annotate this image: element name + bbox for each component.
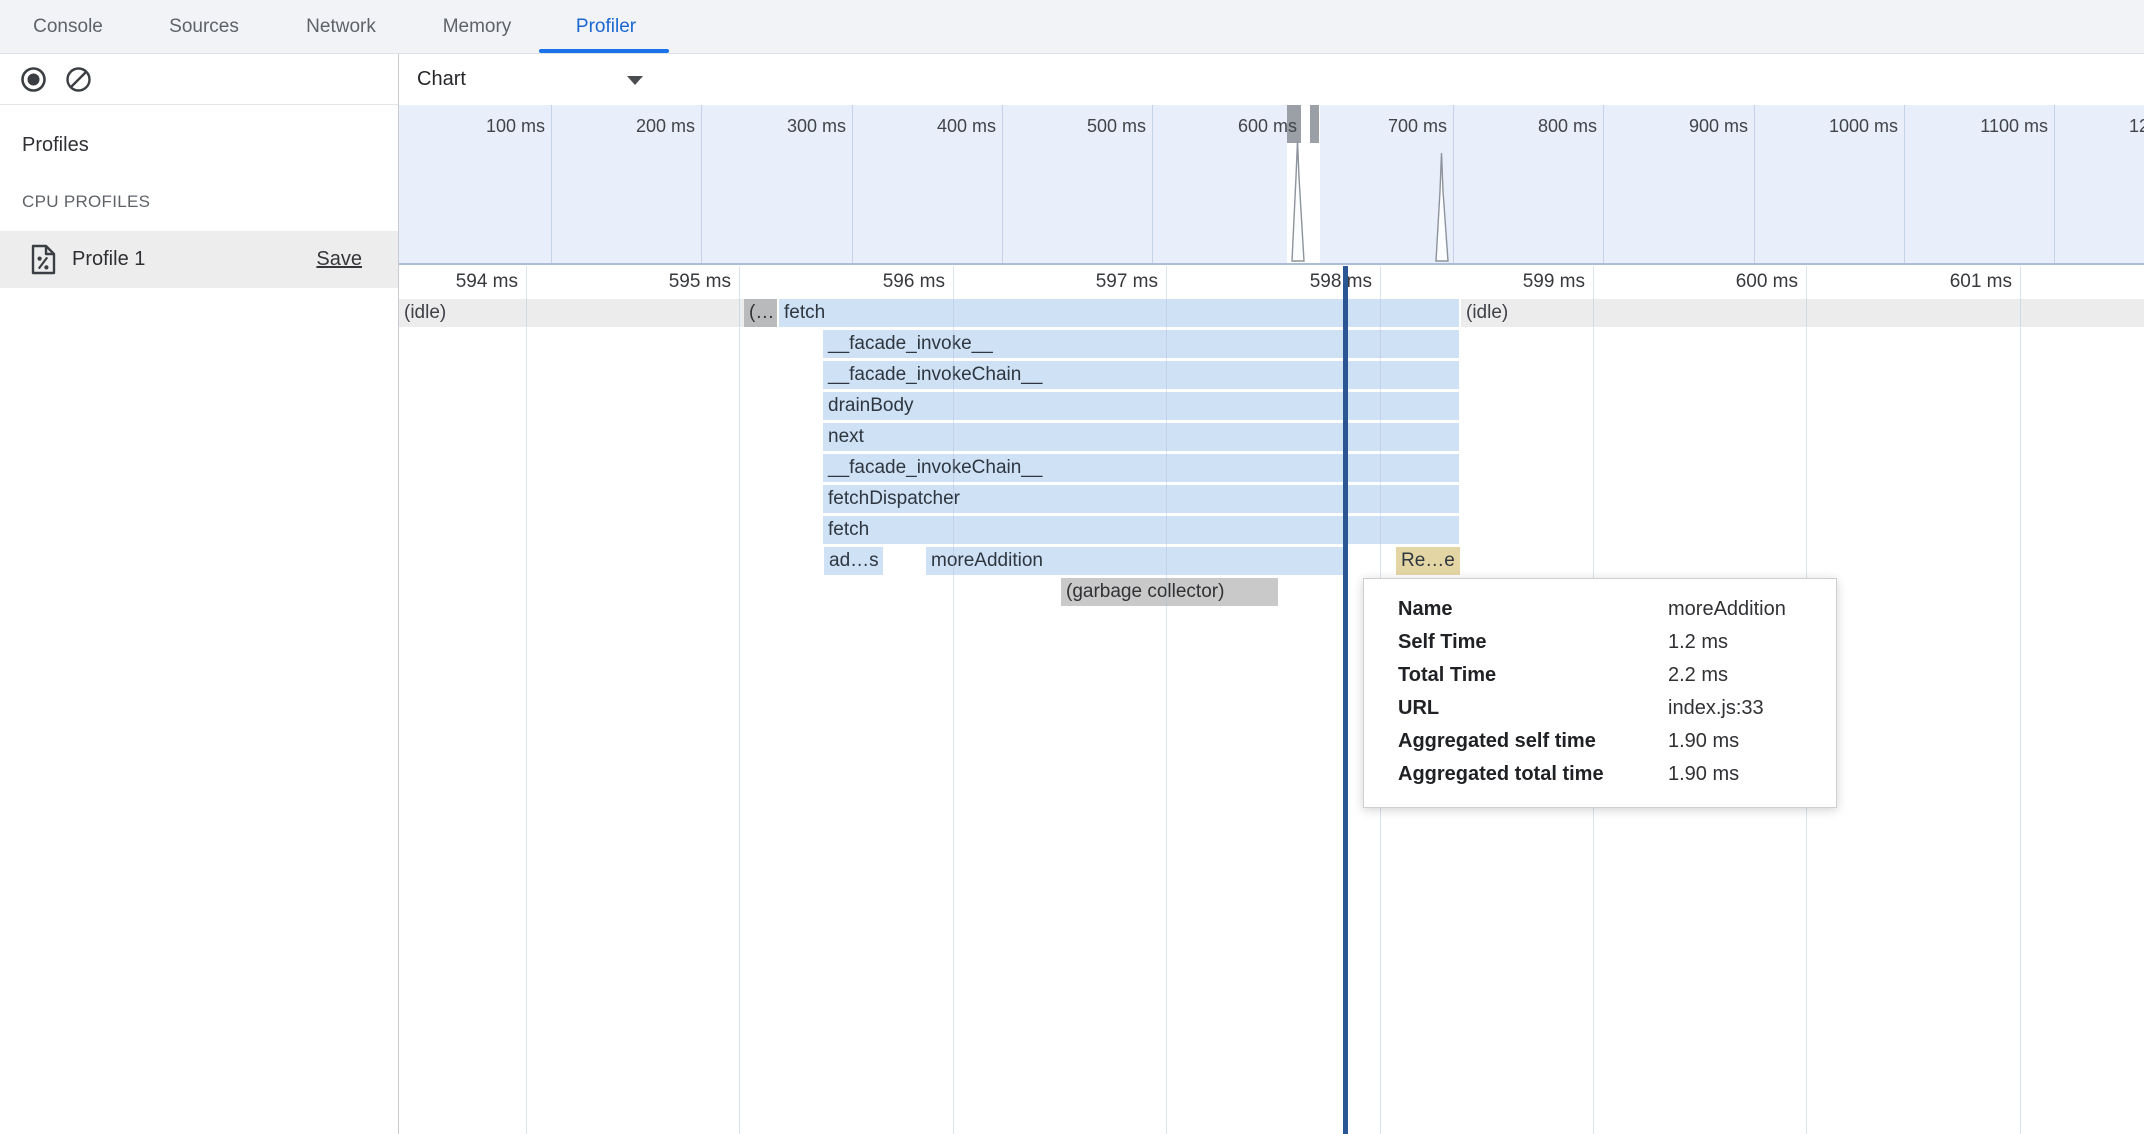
frame-details-tooltip: NamemoreAdditionSelf Time1.2 msTotal Tim… [1363,578,1837,808]
tooltip-row: Self Time 1.2 ms [1364,626,1836,659]
flame-bar--idle-[interactable]: (idle) [1461,299,2144,327]
tooltip-label: Aggregated self time [1398,725,1596,758]
profiler-sidebar: Profiles CPU PROFILES Profile 1 Save [0,54,399,1134]
flame-bar-ad-s[interactable]: ad…s [824,547,883,575]
detail-gridline [526,266,527,1134]
overview-timeline[interactable]: 100 ms 200 ms 300 ms 400 ms 500 ms 600 ms 700 … [399,105,2144,265]
chevron-down-icon [627,76,643,85]
flame-bar-fetch[interactable]: fetch [823,516,1459,544]
tooltip-label: Self Time [1398,626,1487,659]
view-mode-label: Chart [417,54,466,104]
flame-bar-fetchdispatcher[interactable]: fetchDispatcher [823,485,1459,513]
detail-gridline [953,266,954,1134]
overview-tick-label: 500 ms [1016,116,1146,137]
tooltip-value: 1.90 ms [1668,725,1739,758]
tooltip-label: URL [1398,692,1439,725]
tooltip-label: Aggregated total time [1398,758,1604,791]
profile-name: Profile 1 [72,231,145,288]
tooltip-row: Total Time 2.2 ms [1364,659,1836,692]
flame-bar--garbage-collector-[interactable]: (garbage collector) [1061,578,1278,606]
flame-bar--facade-invoke-[interactable]: __facade_invoke__ [823,330,1459,358]
profiler-main-panel: Chart 100 ms 200 ms 300 ms 400 ms 500 ms 600 … [399,54,2144,1134]
detail-tick-label: 598 ms [1222,271,1372,293]
flame-bar-drainbody[interactable]: drainBody [823,392,1459,420]
current-time-marker[interactable] [1343,266,1348,1134]
tooltip-row: Name moreAddition [1364,593,1836,626]
save-profile-link[interactable]: Save [316,231,362,288]
tooltip-value: 1.2 ms [1668,626,1728,659]
flame-bar--facade-invokechain-[interactable]: __facade_invokeChain__ [823,454,1459,482]
tab-sources[interactable]: Sources [169,0,239,53]
flame-bar-re-e[interactable]: Re…e [1396,547,1460,575]
profiles-heading: Profiles [22,134,89,157]
tooltip-value: 2.2 ms [1668,659,1728,692]
flame-bar--idle-[interactable]: (idle) [399,299,744,327]
detail-gridline [739,266,740,1134]
detail-tick-label: 599 ms [1435,271,1585,293]
overview-tick-label: 600 ms [1167,116,1297,137]
cpu-profiles-section-title: CPU PROFILES [22,192,150,212]
tooltip-value: index.js:33 [1668,692,1764,725]
tab-console[interactable]: Console [33,0,103,53]
detail-tick-label: 594 ms [399,271,518,293]
tooltip-row: Aggregated total time 1.90 ms [1364,758,1836,791]
record-icon[interactable] [20,66,47,93]
flame-bar--facade-invokechain-[interactable]: __facade_invokeChain__ [823,361,1459,389]
detail-gridline [1166,266,1167,1134]
detail-tick-label: 596 ms [795,271,945,293]
overview-tick-label: 700 ms [1317,116,1447,137]
flame-bar-next[interactable]: next [823,423,1459,451]
detail-gridline [2020,266,2021,1134]
detail-tick-label: 595 ms [581,271,731,293]
overview-tick-label: 800 ms [1467,116,1597,137]
clear-icon[interactable] [65,66,92,93]
overview-tick-label: 300 ms [716,116,846,137]
overview-tick-label: 1100 ms [1918,116,2048,137]
tab-memory[interactable]: Memory [443,0,512,53]
tab-network[interactable]: Network [306,0,376,53]
sidebar-toolbar [0,54,398,105]
profile-list-item[interactable]: Profile 1 Save [0,231,398,288]
flame-bar--[interactable]: (… [744,299,777,327]
overview-tick-label: 900 ms [1618,116,1748,137]
tooltip-value: 1.90 ms [1668,758,1739,791]
view-mode-select[interactable]: Chart [417,54,657,104]
devtools-tabbar: Console Sources Network Memory Profiler [0,0,2144,54]
tooltip-value: moreAddition [1668,593,1786,626]
overview-tick-label: 1200 ms [2068,116,2144,137]
document-percent-icon [30,244,57,280]
tooltip-label: Name [1398,593,1452,626]
flame-bar-fetch[interactable]: fetch [779,299,1459,327]
tooltip-label: Total Time [1398,659,1496,692]
overview-tick-label: 1000 ms [1768,116,1898,137]
detail-tick-label: 601 ms [1862,271,2012,293]
tooltip-row: URL index.js:33 [1364,692,1836,725]
overview-tick-label: 400 ms [866,116,996,137]
flame-bar-moreaddition[interactable]: moreAddition [926,547,1343,575]
active-tab-underline [539,49,669,53]
overview-tick-label: 200 ms [565,116,695,137]
overview-tick-label: 100 ms [415,116,545,137]
tab-profiler[interactable]: Profiler [576,0,636,53]
detail-tick-label: 600 ms [1648,271,1798,293]
detail-tick-label: 597 ms [1008,271,1158,293]
tooltip-row: Aggregated self time 1.90 ms [1364,725,1836,758]
